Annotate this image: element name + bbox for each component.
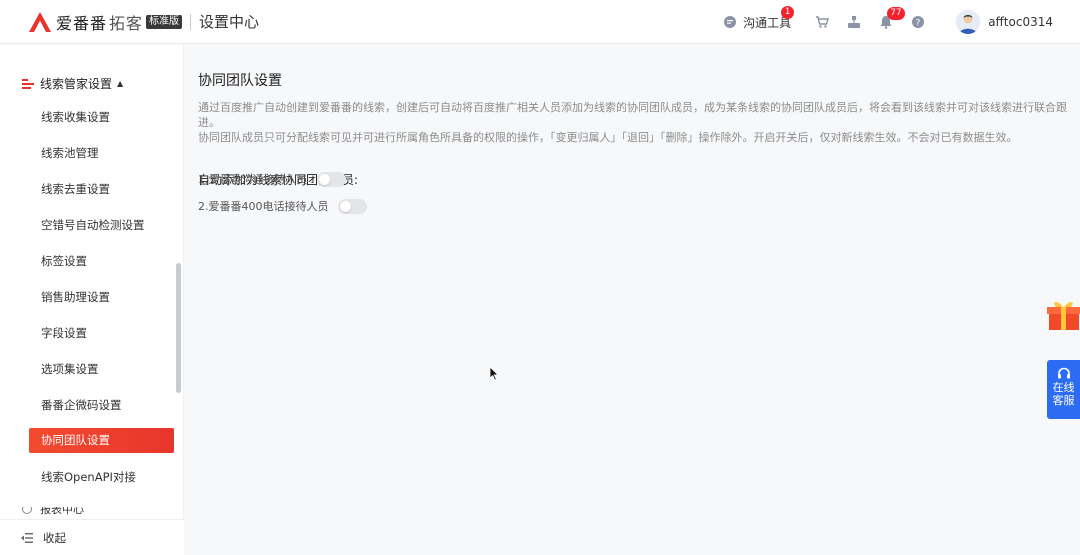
cart-icon	[816, 16, 830, 28]
user-avatar-icon	[956, 10, 981, 34]
toggle-switch[interactable]	[337, 198, 367, 214]
service-label-1: 在线	[1052, 381, 1075, 394]
mouse-cursor-icon	[489, 366, 499, 381]
logo-icon	[29, 11, 51, 32]
sidebar-group2-label: 报表中心	[40, 507, 84, 515]
sidebar-item-dedup[interactable]: 线索去重设置	[29, 177, 174, 202]
tools-menu[interactable]: 沟通工具 1	[723, 5, 795, 31]
option-label: 2.爱番番400电话接待人员	[198, 200, 329, 213]
sidebar-item-lead-pool[interactable]: 线索池管理	[29, 141, 174, 166]
online-service-button[interactable]: 在线 客服	[1047, 360, 1080, 419]
notification-badge: 77	[887, 7, 905, 20]
tools-badge: 1	[781, 5, 795, 19]
sidebar-item-number-check[interactable]: 空错号自动检测设置	[29, 213, 174, 238]
org-chart-icon	[848, 16, 861, 28]
main-content: 协同团队设置 通过百度推广自动创建到爱番番的线索，创建后可自动将百度推广相关人员…	[198, 70, 1068, 214]
gift-icon	[1047, 302, 1080, 330]
sidebar-item-openapi[interactable]: 线索OpenAPI对接	[29, 465, 174, 490]
description-line-2: 协同团队成员只可分配线索可见并可进行所属角色所具备的权限的操作，「变更归属人」「…	[198, 131, 1018, 144]
report-icon	[22, 507, 32, 514]
help-button[interactable]: ?	[911, 15, 925, 29]
sidebar-group-label: 线索管家设置	[40, 77, 113, 91]
caret-up-icon: ▲	[117, 79, 124, 88]
service-label-2: 客服	[1052, 394, 1075, 407]
headset-icon	[1057, 367, 1070, 379]
page-title: 协同团队设置	[198, 73, 282, 89]
edition-badge: 标准版	[146, 14, 183, 29]
sidebar-item-lead-collection[interactable]: 线索收集设置	[29, 105, 174, 130]
collapse-sidebar-button[interactable]: 收起	[0, 519, 184, 555]
lead-manager-icon	[22, 78, 34, 89]
sidebar-item-collab-team[interactable]: 协同团队设置	[29, 428, 174, 453]
sidebar-item-wecom-code[interactable]: 番番企微码设置	[29, 393, 174, 418]
page-description: 通过百度推广自动创建到爱番番的线索，创建后可自动将百度推广相关人员添加为线索的协…	[198, 100, 1068, 145]
sidebar-item-tags[interactable]: 标签设置	[29, 249, 174, 274]
gift-button[interactable]	[1046, 298, 1080, 331]
sidebar-item-fields[interactable]: 字段设置	[29, 321, 174, 346]
brand-sub: 拓客	[109, 13, 144, 33]
sidebar-item-option-sets[interactable]: 选项集设置	[29, 357, 174, 382]
sidebar-group-reports[interactable]: 报表中心	[22, 507, 84, 515]
brand-name: 爱番番	[56, 13, 108, 33]
sidebar-group-lead-settings[interactable]: 线索管家设置 ▲	[22, 75, 123, 92]
sidebar-item-sales-assistant[interactable]: 销售助理设置	[29, 285, 174, 310]
section-title: 设置中心	[199, 13, 260, 31]
description-line-1: 通过百度推广自动创建到爱番番的线索，创建后可自动将百度推广相关人员添加为线索的协…	[198, 101, 1067, 129]
sidebar: 线索管家设置 ▲ 线索收集设置 线索池管理 线索去重设置 空错号自动检测设置 标…	[0, 45, 184, 555]
avatar[interactable]	[956, 10, 981, 34]
svg-text:?: ?	[916, 19, 921, 29]
notification-button[interactable]: 77	[879, 7, 905, 29]
org-button[interactable]	[847, 15, 861, 29]
toggle-switch[interactable]	[316, 171, 346, 187]
chat-icon	[724, 16, 737, 28]
header-divider	[190, 13, 192, 30]
collapse-icon	[21, 532, 33, 543]
username[interactable]: afftoc0314	[988, 15, 1053, 29]
option-row: 2.爱番番400电话接待人员	[198, 198, 367, 214]
collapse-label: 收起	[43, 530, 66, 545]
help-icon: ?	[912, 16, 925, 29]
option-label: 1.爱番番沟通接待人员	[198, 173, 308, 186]
sidebar-scrollbar[interactable]	[176, 263, 181, 393]
top-header: 爱番番 拓客 标准版 设置中心 沟通工具 1 77 ? afftoc0314	[0, 0, 1080, 44]
brand-logo[interactable]: 爱番番 拓客 标准版	[28, 10, 183, 34]
cart-button[interactable]	[815, 15, 830, 29]
option-row: 1.爱番番沟通接待人员	[198, 171, 346, 187]
